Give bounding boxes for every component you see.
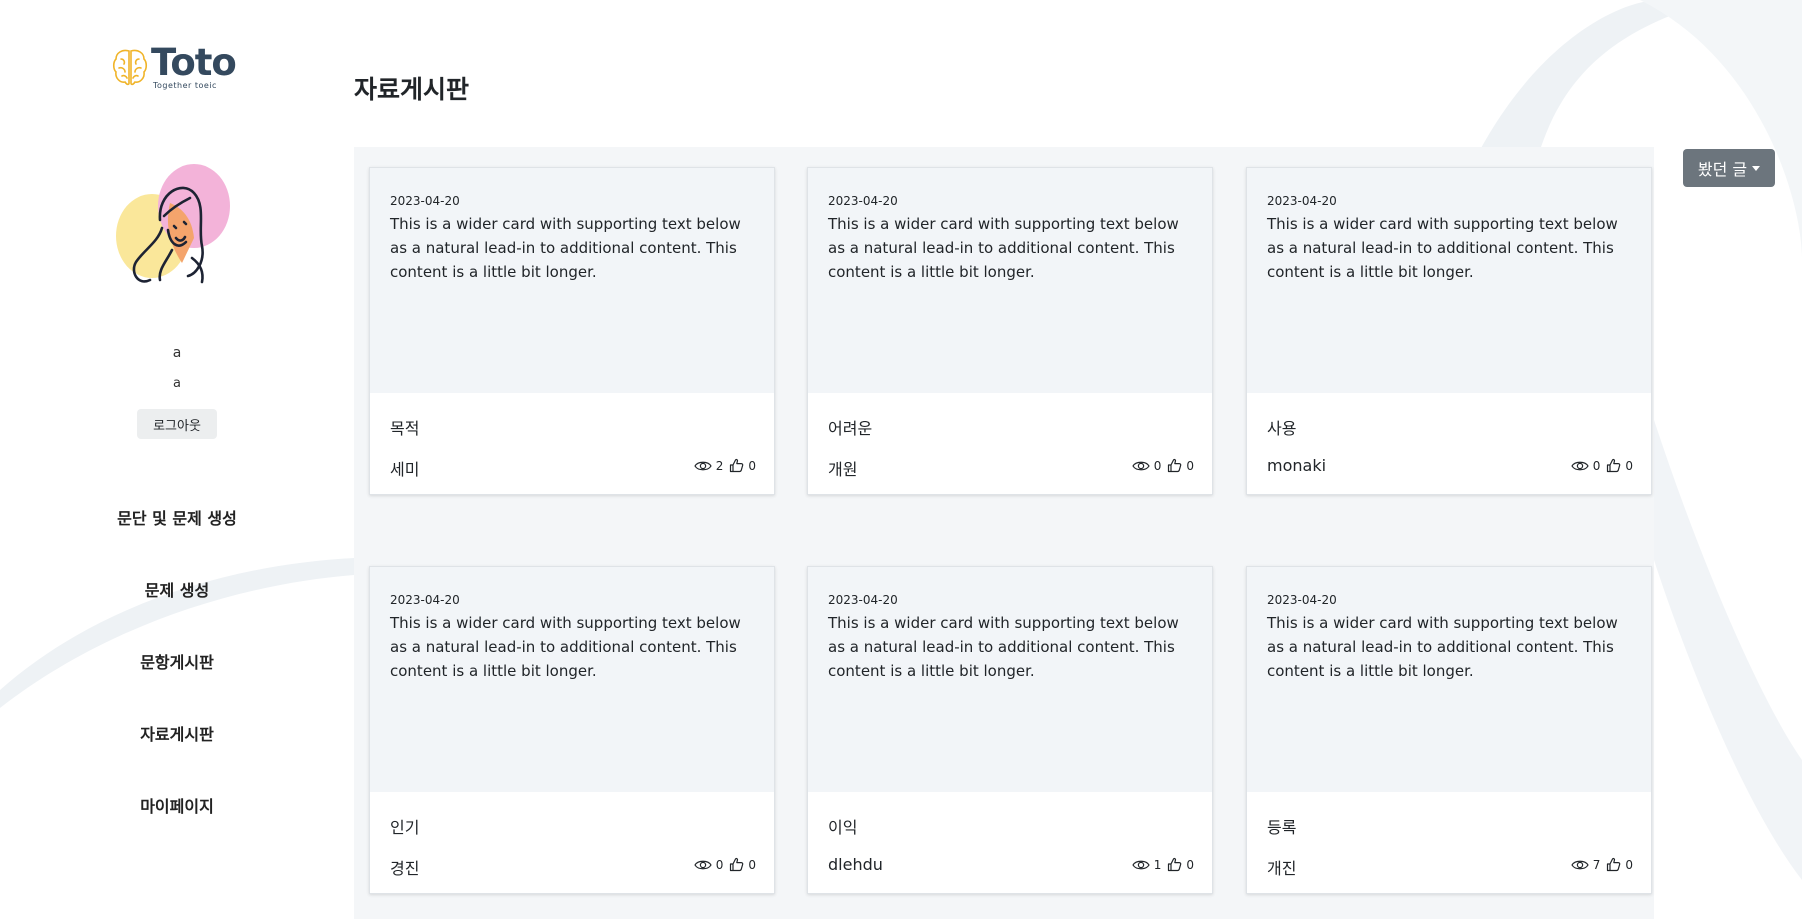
card-text: This is a wider card with supporting tex… [828, 614, 1179, 680]
card-date: 2023-04-20 [390, 593, 460, 607]
like-count: 0 [748, 458, 756, 473]
caret-down-icon [1752, 165, 1761, 171]
thumbs-up-icon [1607, 857, 1621, 872]
eye-icon [1132, 461, 1150, 470]
card-author: 경진 [390, 859, 420, 878]
card-text: This is a wider card with supporting tex… [390, 614, 741, 680]
like-count: 0 [1186, 458, 1194, 473]
thumbs-up-icon [1168, 857, 1182, 872]
card-text: This is a wider card with supporting tex… [390, 215, 741, 281]
card-body: 2023-04-20 This is a wider card with sup… [808, 168, 1212, 393]
card-text: This is a wider card with supporting tex… [1267, 215, 1618, 281]
card-date: 2023-04-20 [390, 194, 460, 208]
logout-button[interactable]: 로그아웃 [137, 409, 217, 439]
eye-icon [1132, 860, 1150, 869]
card-stats: 0 0 [694, 857, 756, 872]
card-body: 2023-04-20 This is a wider card with sup… [1247, 168, 1651, 393]
logo-title: Toto [151, 41, 237, 84]
thumbs-up-icon [1168, 458, 1182, 473]
user-id: a [173, 376, 181, 391]
card-stats: 0 0 [1132, 458, 1194, 473]
post-card[interactable]: 2023-04-20 This is a wider card with sup… [1246, 566, 1652, 894]
card-title: 등록 [1267, 818, 1297, 837]
card-stats: 2 0 [694, 458, 756, 473]
view-count: 0 [1153, 458, 1162, 473]
card-title: 어려운 [828, 419, 873, 438]
card-body: 2023-04-20 This is a wider card with sup… [370, 168, 774, 393]
card-text: This is a wider card with supporting tex… [828, 215, 1179, 281]
post-card[interactable]: 2023-04-20 This is a wider card with sup… [807, 167, 1213, 495]
view-count: 2 [715, 458, 724, 473]
card-title: 사용 [1267, 419, 1297, 438]
nav-item-my-page[interactable]: 마이페이지 [0, 793, 354, 817]
post-card[interactable]: 2023-04-20 This is a wider card with sup… [1246, 167, 1652, 495]
brain-icon [112, 49, 148, 86]
avatar [116, 164, 230, 284]
eye-icon [694, 860, 712, 869]
card-author: monaki [1267, 456, 1327, 475]
post-card[interactable]: 2023-04-20 This is a wider card with sup… [369, 167, 775, 495]
card-text: This is a wider card with supporting tex… [1267, 614, 1618, 680]
logo-subtitle: Together toeic [153, 81, 217, 90]
like-count: 0 [1625, 857, 1633, 872]
view-count: 0 [715, 857, 724, 872]
card-stats: 7 0 [1571, 857, 1633, 872]
card-title: 인기 [390, 818, 420, 837]
viewed-posts-label: 봤던 글 [1697, 160, 1748, 179]
thumbs-up-icon [730, 857, 744, 872]
like-count: 0 [748, 857, 756, 872]
sidebar: Toto Together toeic a a 로그아웃 문단 및 문제 생성 … [0, 0, 354, 919]
card-board: 2023-04-20 This is a wider card with sup… [354, 147, 1654, 919]
card-stats: 0 0 [1571, 458, 1633, 473]
nav-item-question-generation[interactable]: 문제 생성 [0, 577, 354, 601]
card-author: dlehdu [828, 855, 883, 874]
card-date: 2023-04-20 [1267, 194, 1337, 208]
user-name: a [172, 345, 182, 361]
card-title: 목적 [390, 419, 420, 438]
like-count: 0 [1186, 857, 1194, 872]
nav-item-resource-board[interactable]: 자료게시판 [0, 721, 354, 745]
view-count: 0 [1592, 458, 1601, 473]
eye-icon [694, 461, 712, 470]
nav-item-paragraph-question-generation[interactable]: 문단 및 문제 생성 [0, 505, 354, 529]
logo[interactable]: Toto Together toeic [112, 41, 237, 92]
thumbs-up-icon [730, 458, 744, 473]
card-title: 이익 [828, 818, 858, 837]
card-body: 2023-04-20 This is a wider card with sup… [808, 567, 1212, 792]
card-author: 개진 [1267, 859, 1297, 878]
view-count: 1 [1153, 857, 1162, 872]
card-date: 2023-04-20 [828, 593, 898, 607]
page-title: 자료게시판 [354, 75, 470, 104]
nav-item-question-board[interactable]: 문항게시판 [0, 649, 354, 673]
eye-icon [1571, 860, 1589, 869]
card-stats: 1 0 [1132, 857, 1194, 872]
thumbs-up-icon [1607, 458, 1621, 473]
post-card[interactable]: 2023-04-20 This is a wider card with sup… [807, 566, 1213, 894]
eye-icon [1571, 461, 1589, 470]
view-count: 7 [1592, 857, 1601, 872]
card-body: 2023-04-20 This is a wider card with sup… [370, 567, 774, 792]
card-date: 2023-04-20 [1267, 593, 1337, 607]
card-body: 2023-04-20 This is a wider card with sup… [1247, 567, 1651, 792]
viewed-posts-dropdown-button[interactable]: 봤던 글 [1683, 149, 1775, 187]
card-author: 개원 [828, 460, 858, 479]
card-author: 세미 [390, 460, 420, 479]
post-card[interactable]: 2023-04-20 This is a wider card with sup… [369, 566, 775, 894]
like-count: 0 [1625, 458, 1633, 473]
card-date: 2023-04-20 [828, 194, 898, 208]
